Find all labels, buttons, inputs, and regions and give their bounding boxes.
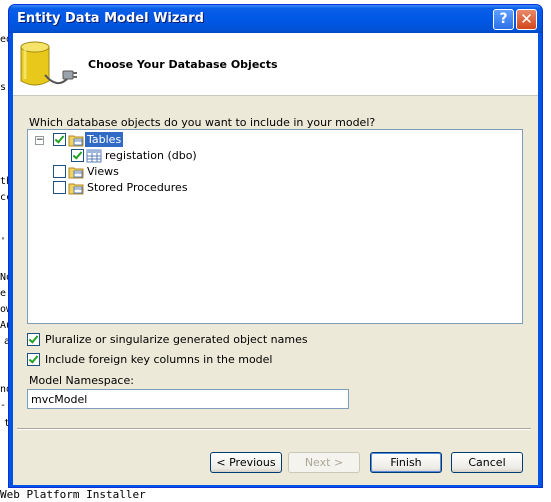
- table-icon: [86, 149, 102, 163]
- tree-node-table[interactable]: registation (dbo): [28, 148, 248, 164]
- wizard-header: Choose Your Database Objects: [13, 33, 538, 96]
- namespace-input[interactable]: [27, 389, 349, 409]
- tree-node-tables[interactable]: − Tables: [28, 132, 228, 148]
- views-folder-icon: [68, 167, 84, 179]
- stored-procedures-label[interactable]: Stored Procedures: [87, 181, 188, 194]
- stored-procedures-folder-icon: [68, 183, 84, 195]
- dialog-body: Choose Your Database Objects Which datab…: [13, 33, 538, 485]
- pluralize-option[interactable]: Pluralize or singularize generated objec…: [27, 333, 308, 347]
- bg-text: e: [0, 288, 7, 299]
- tables-label[interactable]: Tables: [85, 132, 124, 147]
- foreign-keys-option[interactable]: Include foreign key columns in the model: [27, 353, 273, 367]
- pluralize-checkbox[interactable]: [27, 333, 40, 346]
- views-label[interactable]: Views: [87, 165, 119, 178]
- previous-button[interactable]: < Previous: [210, 452, 282, 473]
- pluralize-label[interactable]: Pluralize or singularize generated objec…: [45, 333, 308, 346]
- tables-folder-icon: [68, 135, 84, 147]
- foreign-keys-checkbox[interactable]: [27, 353, 40, 366]
- bg-bottom-text: Web Platform Installer: [0, 488, 146, 501]
- finish-button[interactable]: Finish: [370, 452, 442, 473]
- tables-checkbox[interactable]: [53, 133, 66, 146]
- close-button[interactable]: ✕: [516, 9, 537, 30]
- table-checkbox[interactable]: [71, 149, 84, 162]
- tree-node-views[interactable]: Views: [28, 164, 228, 180]
- stored-procedures-checkbox[interactable]: [53, 181, 66, 194]
- wizard-window: Entity Data Model Wizard ? ✕ Choose Your…: [8, 4, 543, 488]
- database-plug-icon: [20, 41, 77, 86]
- button-divider: [17, 428, 531, 430]
- next-button[interactable]: Next >: [288, 452, 360, 473]
- foreign-keys-label[interactable]: Include foreign key columns in the model: [45, 353, 273, 366]
- namespace-label: Model Namespace:: [29, 374, 134, 387]
- tree-node-stored-procedures[interactable]: Stored Procedures: [28, 180, 228, 196]
- collapse-toggle[interactable]: −: [35, 136, 44, 145]
- table-label[interactable]: registation (dbo): [105, 149, 197, 162]
- bg-text: s: [0, 82, 7, 93]
- window-title: Entity Data Model Wizard: [17, 11, 204, 26]
- database-objects-tree[interactable]: − Tables registation (dbo) Views Stored …: [27, 129, 523, 324]
- cancel-button[interactable]: Cancel: [451, 452, 523, 473]
- help-button[interactable]: ?: [493, 9, 514, 30]
- objects-prompt: Which database objects do you want to in…: [29, 116, 376, 129]
- views-checkbox[interactable]: [53, 165, 66, 178]
- title-bar[interactable]: Entity Data Model Wizard ? ✕: [9, 5, 542, 33]
- header-title: Choose Your Database Objects: [88, 58, 278, 71]
- bg-text: -: [0, 400, 7, 411]
